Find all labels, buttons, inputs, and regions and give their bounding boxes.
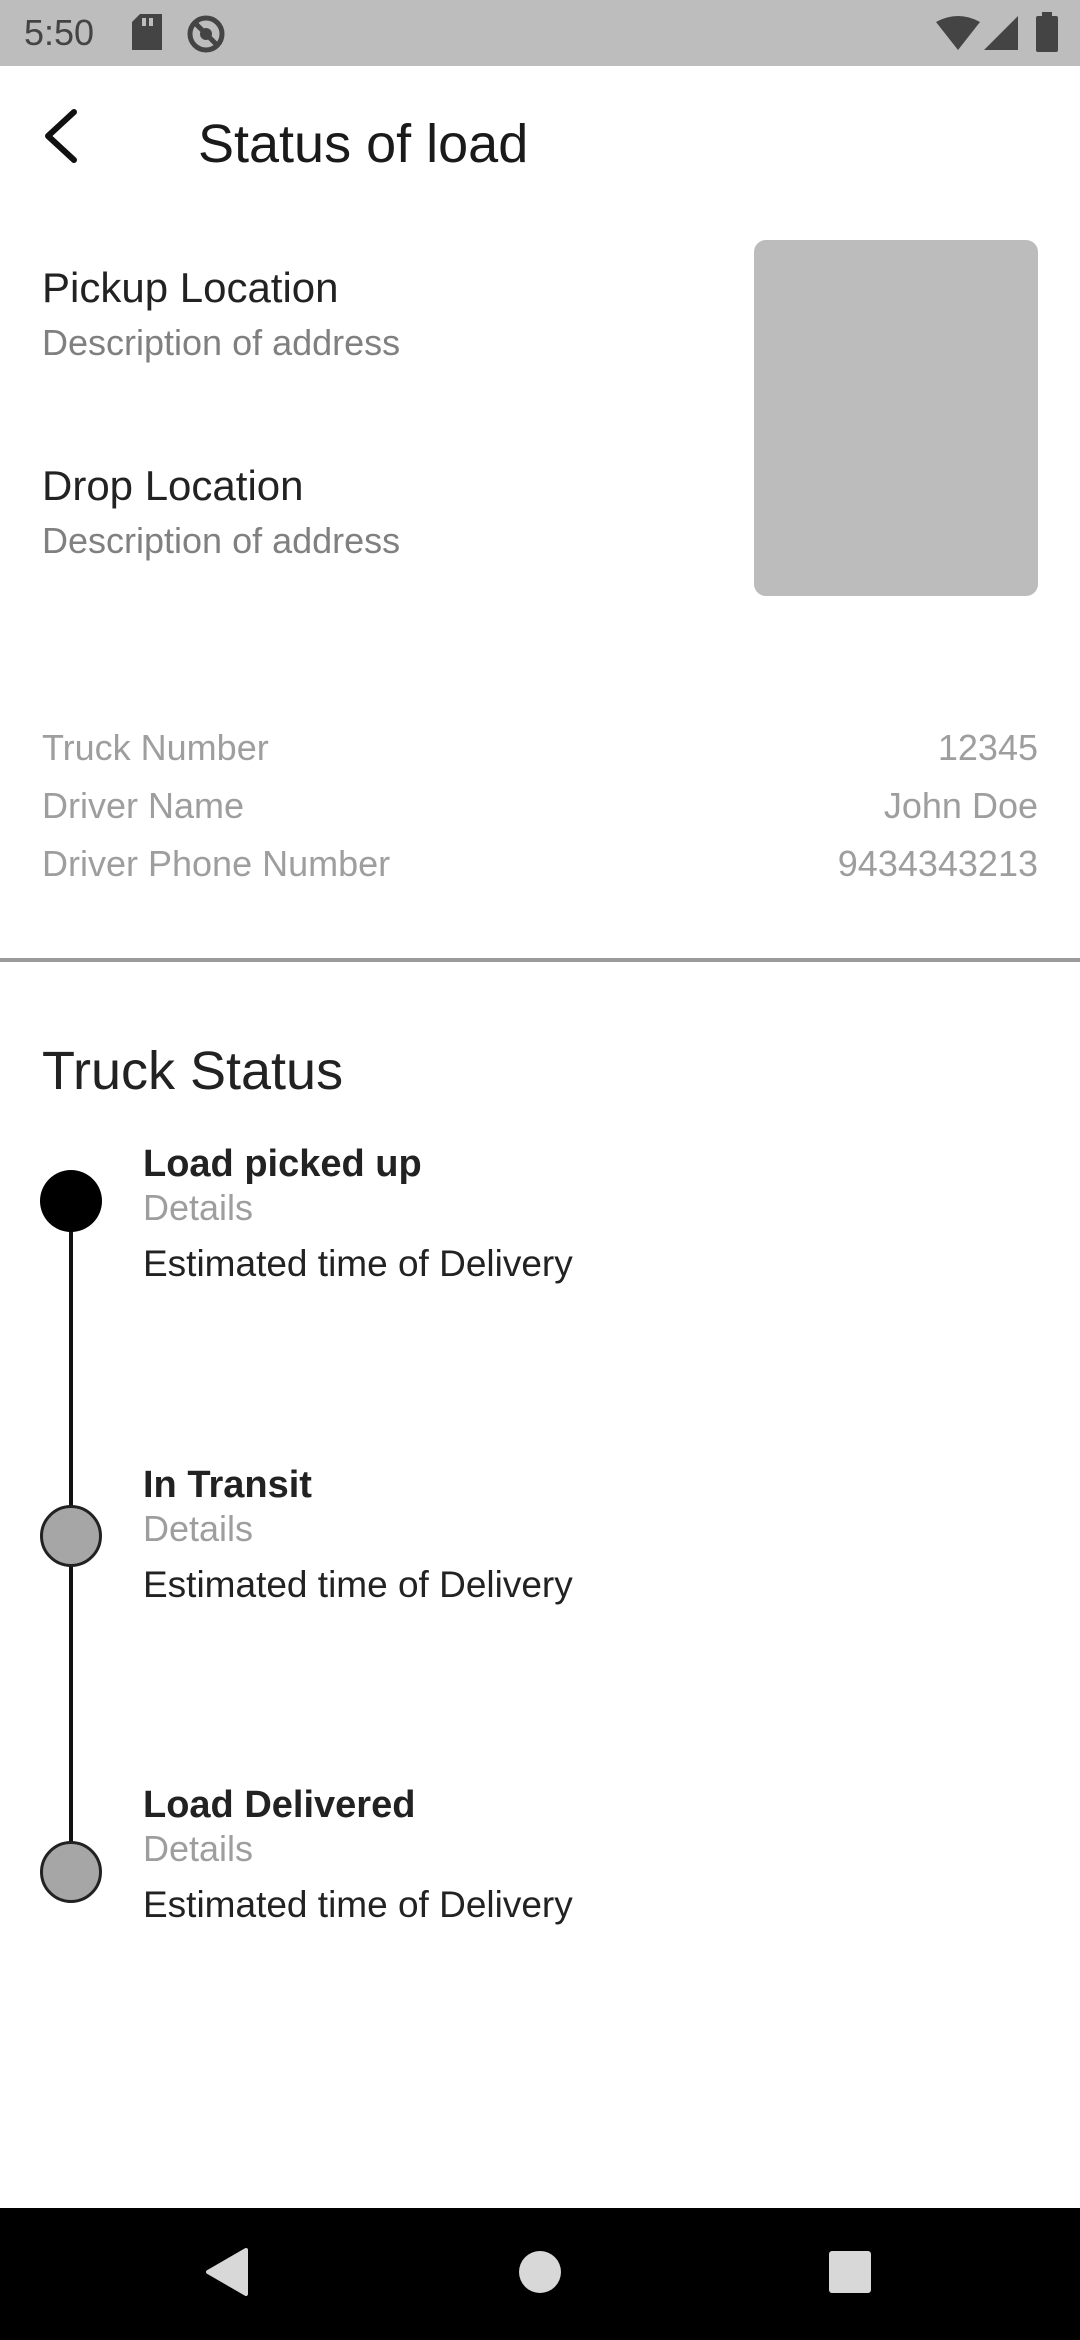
step-details: Details (143, 1828, 254, 1869)
timeline-dot-active (40, 1170, 102, 1232)
info-label: Truck Number (42, 727, 269, 768)
step-title: Load picked up (143, 1143, 422, 1185)
nav-back-icon[interactable] (204, 2248, 248, 2301)
sd-card-icon (132, 14, 162, 55)
back-arrow-icon (40, 108, 80, 169)
timeline-dot-pending (40, 1841, 102, 1903)
nav-recents-icon[interactable] (829, 2250, 871, 2299)
step-title: In Transit (143, 1464, 312, 1506)
step-title: Load Delivered (143, 1784, 416, 1826)
pickup-title: Pickup Location (42, 264, 339, 311)
page-title: Status of load (198, 114, 529, 174)
timeline-step-in-transit: In Transit Details Estimated time of Del… (143, 1463, 573, 1607)
battery-icon (1036, 12, 1058, 57)
step-details: Details (143, 1508, 254, 1549)
wifi-icon (936, 16, 980, 55)
step-details: Details (143, 1187, 254, 1228)
info-label: Driver Phone Number (42, 843, 391, 884)
pickup-location: Pickup Location Description of address (42, 262, 400, 366)
pickup-description: Description of address (42, 322, 401, 363)
timeline-step-picked-up: Load picked up Details Estimated time of… (143, 1142, 573, 1286)
status-bar: 5:50 (0, 0, 1080, 66)
navigation-bar (0, 2208, 1080, 2340)
drop-location: Drop Location Description of address (42, 460, 400, 564)
no-disturb-icon (186, 14, 226, 59)
info-value: 12345 (937, 727, 1038, 768)
truck-status-title: Truck Status (42, 1041, 344, 1101)
step-eta: Estimated time of Delivery (143, 1243, 573, 1284)
info-row-driver-name: Driver Name John Doe (42, 783, 1038, 829)
info-value: 9434343213 (837, 843, 1038, 884)
info-row-driver-phone: Driver Phone Number 9434343213 (42, 841, 1038, 887)
map-placeholder (754, 240, 1038, 596)
signal-icon (984, 16, 1018, 55)
step-eta: Estimated time of Delivery (143, 1564, 573, 1605)
divider (0, 958, 1080, 962)
info-value: John Doe (883, 785, 1038, 826)
info-label: Driver Name (42, 785, 245, 826)
timeline-dot-pending (40, 1505, 102, 1567)
nav-home-icon[interactable] (518, 2248, 562, 2301)
info-row-truck-number: Truck Number 12345 (42, 725, 1038, 771)
step-eta: Estimated time of Delivery (143, 1884, 573, 1925)
app-bar: Status of load (0, 66, 1080, 224)
status-time: 5:50 (24, 12, 95, 53)
drop-title: Drop Location (42, 462, 304, 509)
timeline-step-delivered: Load Delivered Details Estimated time of… (143, 1783, 573, 1927)
back-button[interactable] (30, 108, 90, 168)
drop-description: Description of address (42, 520, 401, 561)
